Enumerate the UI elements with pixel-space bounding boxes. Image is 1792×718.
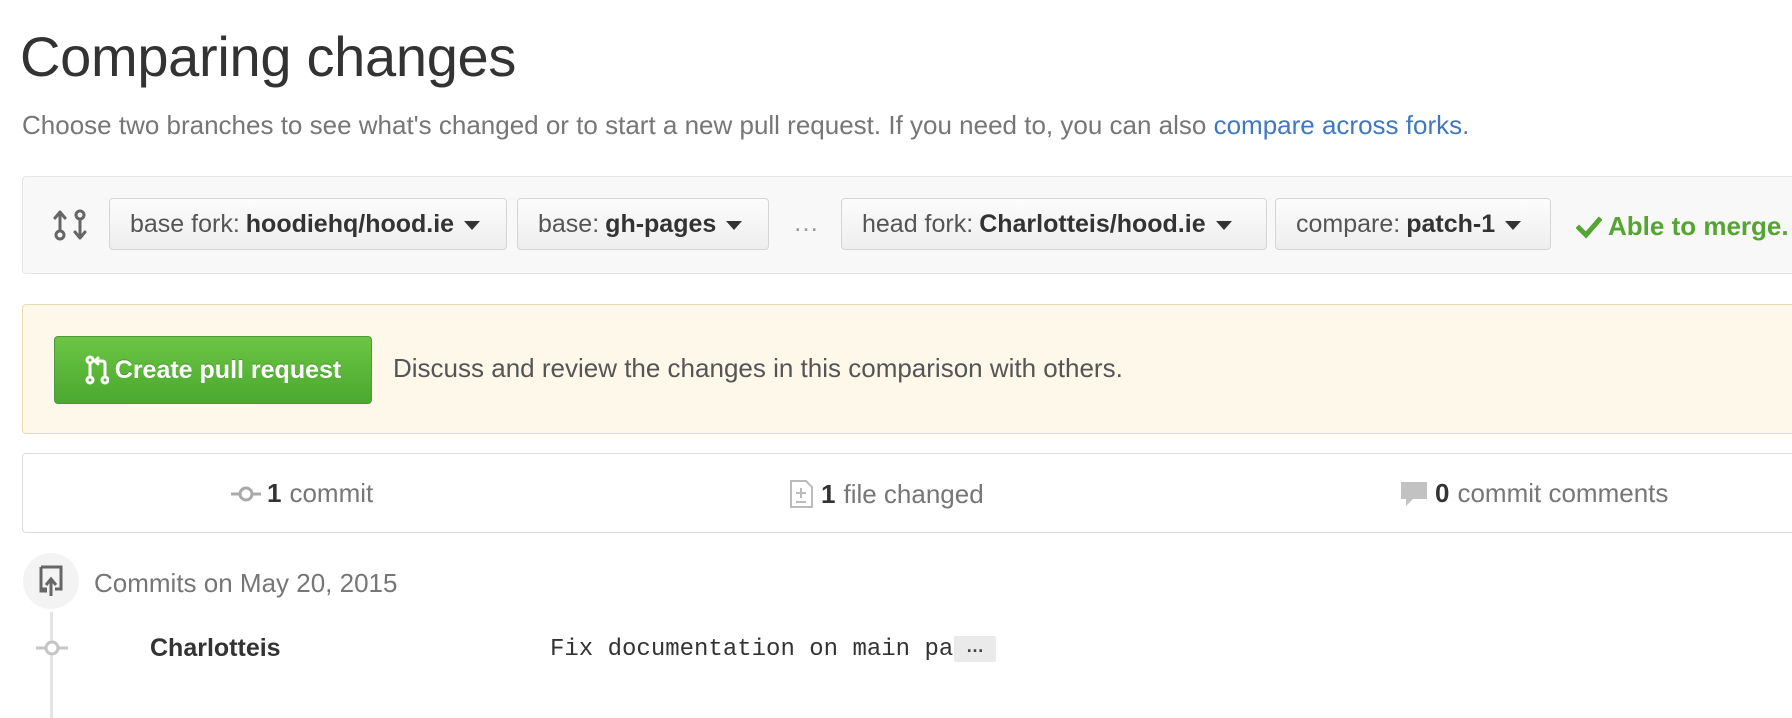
chevron-down-icon [726, 220, 743, 230]
chevron-down-icon [464, 220, 481, 230]
base-branch-select[interactable]: base: gh-pages [517, 198, 769, 250]
base-branch-value: gh-pages [605, 209, 717, 238]
range-separator: … [793, 207, 819, 237]
base-fork-value: hoodiehq/hood.ie [245, 209, 455, 238]
timeline-line [50, 612, 53, 718]
create-pr-banner: Create pull request Discuss and review t… [22, 304, 1792, 434]
commit-group-title: Commits on May 20, 2015 [94, 568, 398, 598]
compare-across-forks-link[interactable]: compare across forks [1214, 110, 1463, 140]
git-commit-icon [231, 486, 261, 501]
subtitle-text: Choose two branches to see what's change… [22, 110, 1214, 140]
commit-group-icon [23, 553, 79, 609]
commit-message[interactable]: Fix documentation on main page [550, 636, 982, 663]
merge-status: Able to merge. [1576, 211, 1789, 242]
comments-label: commit comments [1457, 478, 1669, 508]
compare-branch-select[interactable]: compare: patch-1 [1275, 198, 1551, 250]
commit-expander-button[interactable]: … [954, 636, 996, 662]
check-icon [1576, 215, 1602, 239]
base-fork-label: base fork: [130, 209, 240, 238]
compare-arrows-icon[interactable] [53, 207, 87, 243]
head-fork-select[interactable]: head fork: Charlotteis/hood.ie [841, 198, 1267, 250]
comment-icon [1401, 481, 1427, 506]
compare-branch-value: patch-1 [1406, 209, 1496, 238]
subtitle-end: . [1462, 110, 1470, 140]
files-summary[interactable]: 1 file changed [787, 478, 984, 510]
git-commit-icon [36, 640, 68, 656]
commits-count: 1 [267, 478, 282, 508]
files-count: 1 [821, 478, 836, 509]
merge-status-text: Able to merge. [1608, 211, 1789, 241]
create-pr-description: Discuss and review the changes in this c… [393, 353, 1123, 383]
create-pull-request-button[interactable]: Create pull request [54, 336, 372, 404]
chevron-down-icon [1505, 220, 1522, 230]
chevron-down-icon [1215, 220, 1232, 230]
head-fork-value: Charlotteis/hood.ie [979, 209, 1206, 238]
base-branch-label: base: [538, 209, 600, 238]
commit-author[interactable]: Charlotteis [150, 634, 281, 663]
base-fork-select[interactable]: base fork: hoodiehq/hood.ie [109, 198, 507, 250]
compare-page: Comparing changes Choose two branches to… [0, 0, 1792, 718]
commits-label: commit [289, 478, 374, 508]
comparison-summary: 1 commit 1 file changed 0 commit comment… [22, 453, 1792, 533]
commits-summary[interactable]: 1 commit [231, 478, 373, 509]
files-label: file changed [843, 478, 984, 509]
compare-branch-label: compare: [1296, 209, 1401, 238]
repo-push-icon [39, 565, 63, 596]
comments-summary[interactable]: 0 commit comments [1399, 478, 1668, 509]
git-pull-request-icon [85, 355, 109, 385]
page-subtitle: Choose two branches to see what's change… [22, 110, 1469, 141]
comments-count: 0 [1435, 478, 1450, 508]
range-editor: base fork: hoodiehq/hood.ie base: gh-pag… [22, 176, 1792, 274]
head-fork-label: head fork: [862, 209, 974, 238]
file-diff-icon [790, 480, 813, 508]
create-pull-request-label: Create pull request [114, 355, 342, 384]
page-title: Comparing changes [20, 25, 517, 88]
